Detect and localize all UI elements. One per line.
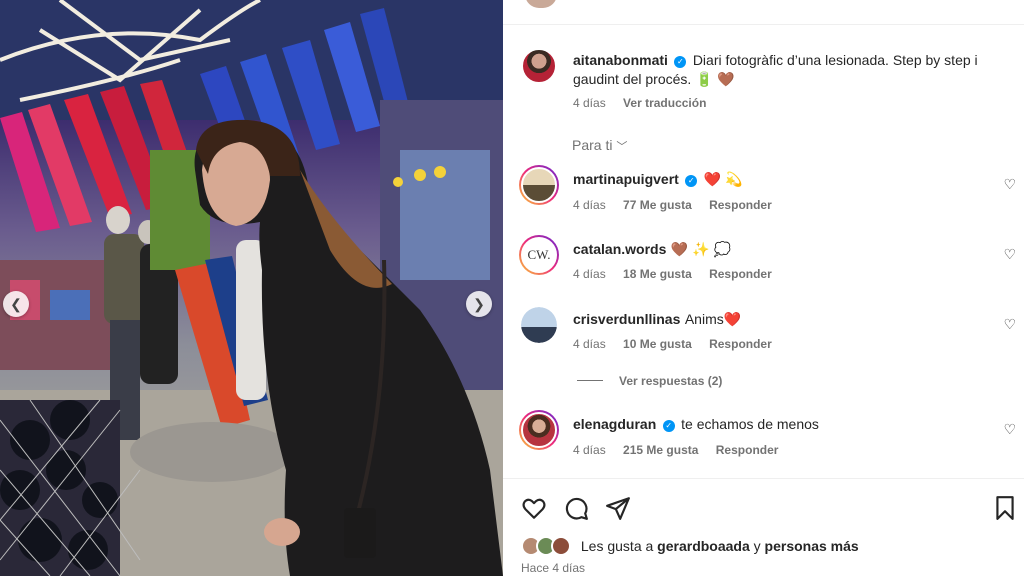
caption-line2: gaudint del procés. 🔋 🤎 [573,70,1003,89]
comment: crisverdunllinas Anims❤️ [573,310,1003,329]
comment: catalan.words 🤎 ✨ 💭 [573,240,1003,259]
view-replies-label: Ver respuestas (2) [619,374,723,388]
reply-button[interactable]: Responder [709,267,772,281]
commenter-avatar[interactable] [519,165,559,205]
verified-badge-icon: ✓ [685,175,698,187]
like-comment-heart-icon[interactable]: ♡ [1003,246,1016,263]
liker-username[interactable]: gerardboaada [657,538,750,554]
liker-avatar [551,536,571,556]
likes-joiner: y [753,538,761,554]
comment-text: te echamos de menos [681,416,819,432]
header-avatar[interactable] [525,0,557,8]
post-details-panel: aitanabonmati ✓ Diari fotogràfic d’una l… [503,0,1024,576]
comment-text: ❤️ 💫 [703,171,743,187]
commenter-avatar[interactable] [521,307,557,343]
like-comment-heart-icon[interactable]: ♡ [1003,176,1016,193]
photo-illustration [0,0,503,576]
likes-prefix: Les gusta a [580,538,654,554]
caption-age: 4 días [573,96,606,110]
share-paper-plane-icon[interactable] [605,495,631,521]
comment-age: 4 días [573,337,606,351]
comment: elenagduran ✓ te echamos de menos [573,415,1003,434]
post-timestamp: Hace 4 días [521,561,586,575]
like-comment-heart-icon[interactable]: ♡ [1003,421,1016,438]
save-bookmark-icon[interactable] [992,495,1018,521]
previous-image-button[interactable]: ❮ [3,291,29,317]
reply-button[interactable]: Responder [709,198,772,212]
comment-text: Anims❤️ [684,311,742,327]
caption-text-line2: gaudint del procés. [573,71,692,87]
comment-likes[interactable]: 77 Me gusta [623,198,692,212]
comment-meta: 4 días 18 Me gusta Responder [573,267,786,281]
comment-likes[interactable]: 10 Me gusta [623,337,692,351]
caption-meta: 4 días Ver traducción [573,96,720,110]
reply-button[interactable]: Responder [716,443,779,457]
liker-avatars[interactable] [521,536,573,556]
replies-divider [577,380,603,381]
author-username[interactable]: aitanabonmati [573,52,668,68]
caption-text-line1: Diari fotogràfic d’una lesionada. Step b… [692,52,978,68]
caption: aitanabonmati ✓ Diari fotogràfic d’una l… [573,51,1003,70]
comment-likes[interactable]: 215 Me gusta [623,443,698,457]
next-image-button[interactable]: ❯ [466,291,492,317]
view-replies-button[interactable]: Ver respuestas (2) [577,374,722,388]
comment-sort-dropdown[interactable]: Para ti ﹀ [572,137,627,154]
comment: martinapuigvert ✓ ❤️ 💫 [573,170,1003,189]
comment-bubble-icon[interactable] [563,495,589,521]
author-avatar[interactable] [521,48,557,84]
post-photo[interactable]: ❮ ❯ [0,0,503,576]
comment-username[interactable]: crisverdunllinas [573,311,680,327]
other-likers-link[interactable]: personas más [765,538,859,554]
comment-meta: 4 días 215 Me gusta Responder [573,443,792,457]
comment-age: 4 días [573,443,606,457]
comment-text: 🤎 ✨ 💭 [670,241,731,257]
comment-meta: 4 días 10 Me gusta Responder [573,337,786,351]
comment-age: 4 días [573,267,606,281]
comment-likes[interactable]: 18 Me gusta [623,267,692,281]
comment-username[interactable]: martinapuigvert [573,171,679,187]
commenter-avatar[interactable]: CW. [519,235,559,275]
comment-username[interactable]: elenagduran [573,416,656,432]
see-translation-link[interactable]: Ver traducción [623,96,706,110]
reply-button[interactable]: Responder [709,337,772,351]
likes-summary: Les gusta a gerardboaada y personas más [521,536,859,556]
caption-emoji: 🔋 🤎 [695,71,735,87]
comment-age: 4 días [573,198,606,212]
verified-badge-icon: ✓ [674,56,687,68]
chevron-down-icon: ﹀ [616,141,628,153]
commenter-avatar[interactable] [519,410,559,450]
like-heart-icon[interactable] [521,495,547,521]
header-strip [503,0,1024,25]
avatar-monogram: CW. [527,247,551,262]
comment-username[interactable]: catalan.words [573,241,666,257]
comment-sort-label: Para ti [572,137,613,153]
verified-badge-icon: ✓ [662,420,675,432]
like-comment-heart-icon[interactable]: ♡ [1003,316,1016,333]
comment-meta: 4 días 77 Me gusta Responder [573,198,786,212]
